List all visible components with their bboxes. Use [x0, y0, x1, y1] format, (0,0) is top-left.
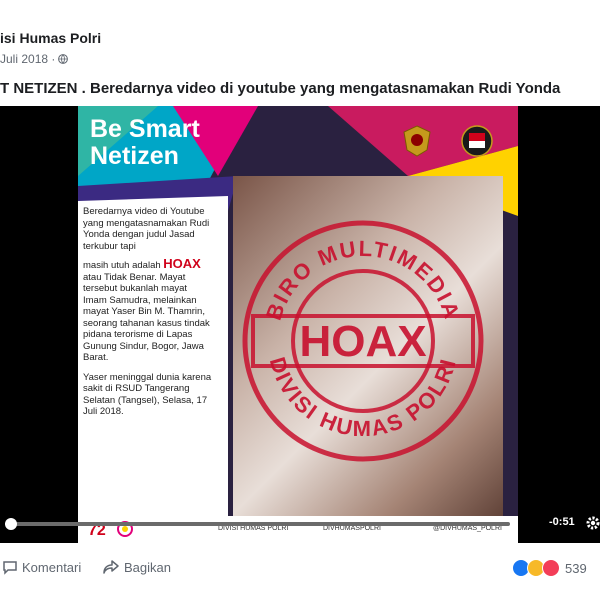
- video-controls: -0:51: [0, 516, 600, 536]
- poster-body: Beredarnya video di Youtube yang mengata…: [83, 206, 213, 418]
- video-player[interactable]: Be Smart Netizen Beredarnya video di You…: [0, 106, 600, 543]
- video-frame: Be Smart Netizen Beredarnya video di You…: [78, 106, 518, 543]
- love-reaction-icon: [542, 559, 560, 577]
- share-icon: [103, 560, 119, 574]
- poster-body-part1: Beredarnya video di Youtube yang mengata…: [83, 206, 210, 252]
- hoax-stamp: BIRO MULTIMEDIA DIVISI HUMAS POLRI HOAX: [242, 220, 484, 462]
- stamp-center-text: HOAX: [299, 317, 426, 366]
- gear-icon[interactable]: [585, 515, 600, 531]
- share-button[interactable]: Bagikan: [102, 559, 171, 575]
- reactions-summary[interactable]: 539: [512, 559, 587, 577]
- comment-icon: [3, 561, 17, 575]
- poster-body-part4: Yaser meninggal dunia karena sakit di RS…: [83, 371, 212, 418]
- post-meta: Juli 2018 ·: [0, 52, 69, 66]
- poster-body-part2: masih utuh adalah: [83, 260, 161, 271]
- poster-title-line1: Be Smart: [90, 115, 200, 143]
- progress-knob[interactable]: [5, 518, 17, 530]
- humas-polri-logo-icon: [461, 125, 493, 157]
- time-remaining: -0:51: [549, 516, 575, 528]
- facebook-post: isi Humas Polri Juli 2018 · T NETIZEN . …: [0, 0, 600, 600]
- poster-hoax-word: HOAX: [163, 256, 201, 271]
- polri-emblem-icon: [403, 125, 431, 157]
- post-text: T NETIZEN . Beredarnya video di youtube …: [0, 80, 561, 97]
- globe-icon: [58, 54, 69, 64]
- progress-track[interactable]: [5, 518, 510, 530]
- post-actions: Komentari Bagikan 539: [0, 559, 600, 579]
- post-date[interactable]: Juli 2018 ·: [0, 52, 55, 66]
- poster-body-part3: atau Tidak Benar. Mayat tersebut bukanla…: [83, 271, 210, 364]
- poster-title: Be Smart Netizen: [90, 116, 200, 170]
- share-label: Bagikan: [124, 559, 171, 575]
- comment-button[interactable]: Komentari: [2, 559, 81, 575]
- post-author-name[interactable]: isi Humas Polri: [0, 30, 101, 46]
- comment-label: Komentari: [22, 559, 82, 575]
- reaction-count: 539: [565, 560, 587, 576]
- poster-title-line2: Netizen: [90, 142, 179, 170]
